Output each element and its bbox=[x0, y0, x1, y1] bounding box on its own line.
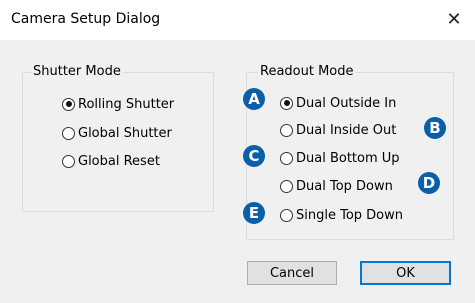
radio-label: Dual Bottom Up bbox=[296, 150, 400, 166]
radio-button[interactable] bbox=[62, 97, 75, 111]
radio-label: Dual Top Down bbox=[296, 178, 393, 194]
radio-label: Rolling Shutter bbox=[78, 96, 175, 112]
cancel-button[interactable]: Cancel bbox=[247, 261, 337, 285]
callout-badge-e: E bbox=[243, 202, 265, 224]
ok-button[interactable]: OK bbox=[360, 261, 451, 285]
title-bar: Camera Setup Dialog ✕ bbox=[0, 0, 475, 40]
radio-label: Global Reset bbox=[78, 153, 160, 169]
callout-badge-b: B bbox=[424, 117, 446, 139]
radio-button[interactable] bbox=[62, 126, 75, 140]
radio-button[interactable] bbox=[280, 96, 293, 110]
callout-badge-d: D bbox=[418, 172, 440, 194]
radio-button[interactable] bbox=[280, 123, 293, 137]
radio-dual-bottom-up[interactable]: Dual Bottom Up bbox=[280, 149, 400, 167]
radio-single-top-down[interactable]: Single Top Down bbox=[280, 206, 403, 224]
readout-mode-group: Readout Mode Dual Outside In Dual Inside… bbox=[246, 64, 454, 240]
radio-dual-top-down[interactable]: Dual Top Down bbox=[280, 177, 393, 195]
radio-button[interactable] bbox=[280, 179, 293, 193]
radio-dual-outside-in[interactable]: Dual Outside In bbox=[280, 94, 396, 112]
radio-button[interactable] bbox=[280, 151, 293, 165]
readout-mode-legend: Readout Mode bbox=[258, 64, 356, 80]
close-icon[interactable]: ✕ bbox=[443, 9, 465, 31]
callout-badge-a: A bbox=[243, 88, 265, 110]
radio-button[interactable] bbox=[280, 208, 293, 222]
radio-label: Dual Inside Out bbox=[296, 122, 397, 138]
radio-button[interactable] bbox=[62, 154, 75, 168]
window-title: Camera Setup Dialog bbox=[11, 11, 161, 27]
radio-global-reset[interactable]: Global Reset bbox=[62, 152, 160, 170]
radio-label: Global Shutter bbox=[78, 125, 172, 141]
radio-label: Single Top Down bbox=[296, 207, 404, 223]
shutter-mode-legend: Shutter Mode bbox=[31, 64, 123, 80]
radio-rolling-shutter[interactable]: Rolling Shutter bbox=[62, 95, 174, 113]
radio-label: Dual Outside In bbox=[296, 95, 397, 111]
radio-global-shutter[interactable]: Global Shutter bbox=[62, 124, 172, 142]
radio-dual-inside-out[interactable]: Dual Inside Out bbox=[280, 121, 396, 139]
callout-badge-c: C bbox=[243, 145, 265, 167]
shutter-mode-group: Shutter Mode Rolling Shutter Global Shut… bbox=[22, 64, 214, 212]
